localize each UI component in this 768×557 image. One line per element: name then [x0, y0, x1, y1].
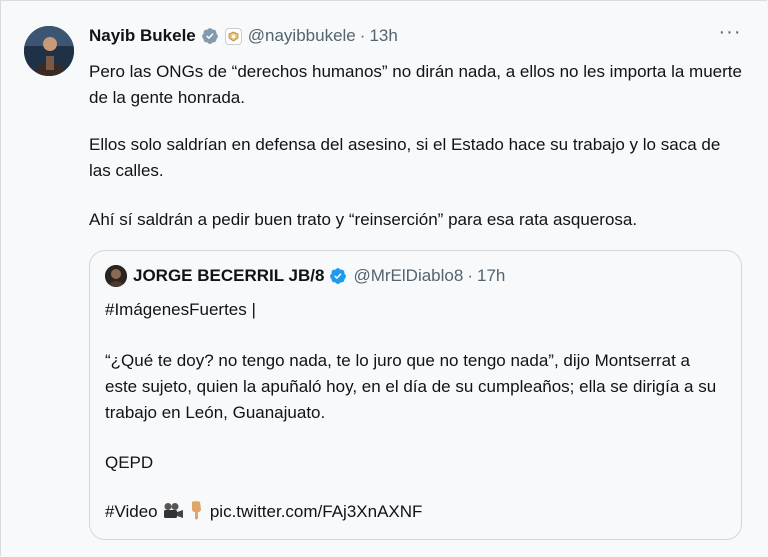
tweet-header: Nayib Bukele @nayibbukele · 13h — [89, 24, 398, 48]
avatar-image — [24, 26, 74, 76]
quoted-paragraph: “¿Qué te doy? no tengo nada, te lo juro … — [105, 351, 717, 422]
separator-dot: · — [467, 266, 473, 285]
tweet-paragraph: Ellos solo saldrían en defensa del asesi… — [89, 135, 721, 180]
quoted-author-avatar[interactable] — [105, 265, 127, 287]
verified-badge-icon — [329, 267, 347, 285]
separator-dot: · — [359, 26, 366, 45]
author-name[interactable]: Nayib Bukele — [89, 26, 196, 46]
tweet-paragraph: Ahí sí saldrán a pedir buen trato y “rei… — [89, 210, 638, 229]
tweet-time[interactable]: 13h — [369, 26, 397, 46]
affiliate-badge-icon[interactable] — [224, 27, 242, 45]
media-link[interactable]: pic.twitter.com/FAj3XnAXNF — [210, 502, 423, 521]
quoted-video-line: #Video pic.twitter.com/FAj3XnAXNF — [105, 499, 725, 528]
more-options-icon[interactable]: ··· — [715, 22, 745, 47]
author-avatar[interactable] — [24, 26, 74, 76]
quoted-author-name[interactable]: JORGE BECERRIL JB/8 — [133, 266, 324, 286]
tweet-paragraph: Pero las ONGs de “derechos humanos” no d… — [89, 62, 742, 107]
quoted-tweet-time[interactable]: 17h — [477, 266, 505, 286]
tweet-card[interactable]: Nayib Bukele @nayibbukele · 13h ··· Pero… — [0, 0, 767, 556]
verified-badge-icon — [201, 27, 219, 45]
author-handle[interactable]: @nayibbukele — [248, 26, 356, 46]
quoted-author-handle[interactable]: @MrElDiablo8 — [353, 266, 463, 286]
video-hashtag[interactable]: #Video — [105, 502, 158, 521]
quoted-paragraph: QEPD — [105, 453, 154, 472]
point-down-emoji — [189, 500, 205, 528]
quoted-paragraph: #ImágenesFuertes | — [105, 300, 256, 319]
quoted-tweet-header: JORGE BECERRIL JB/8 @MrElDiablo8 · 17h — [105, 265, 505, 287]
quoted-tweet[interactable]: JORGE BECERRIL JB/8 @MrElDiablo8 · 17h #… — [89, 250, 742, 540]
movie-camera-emoji — [162, 502, 184, 528]
quoted-avatar-image — [105, 265, 127, 287]
